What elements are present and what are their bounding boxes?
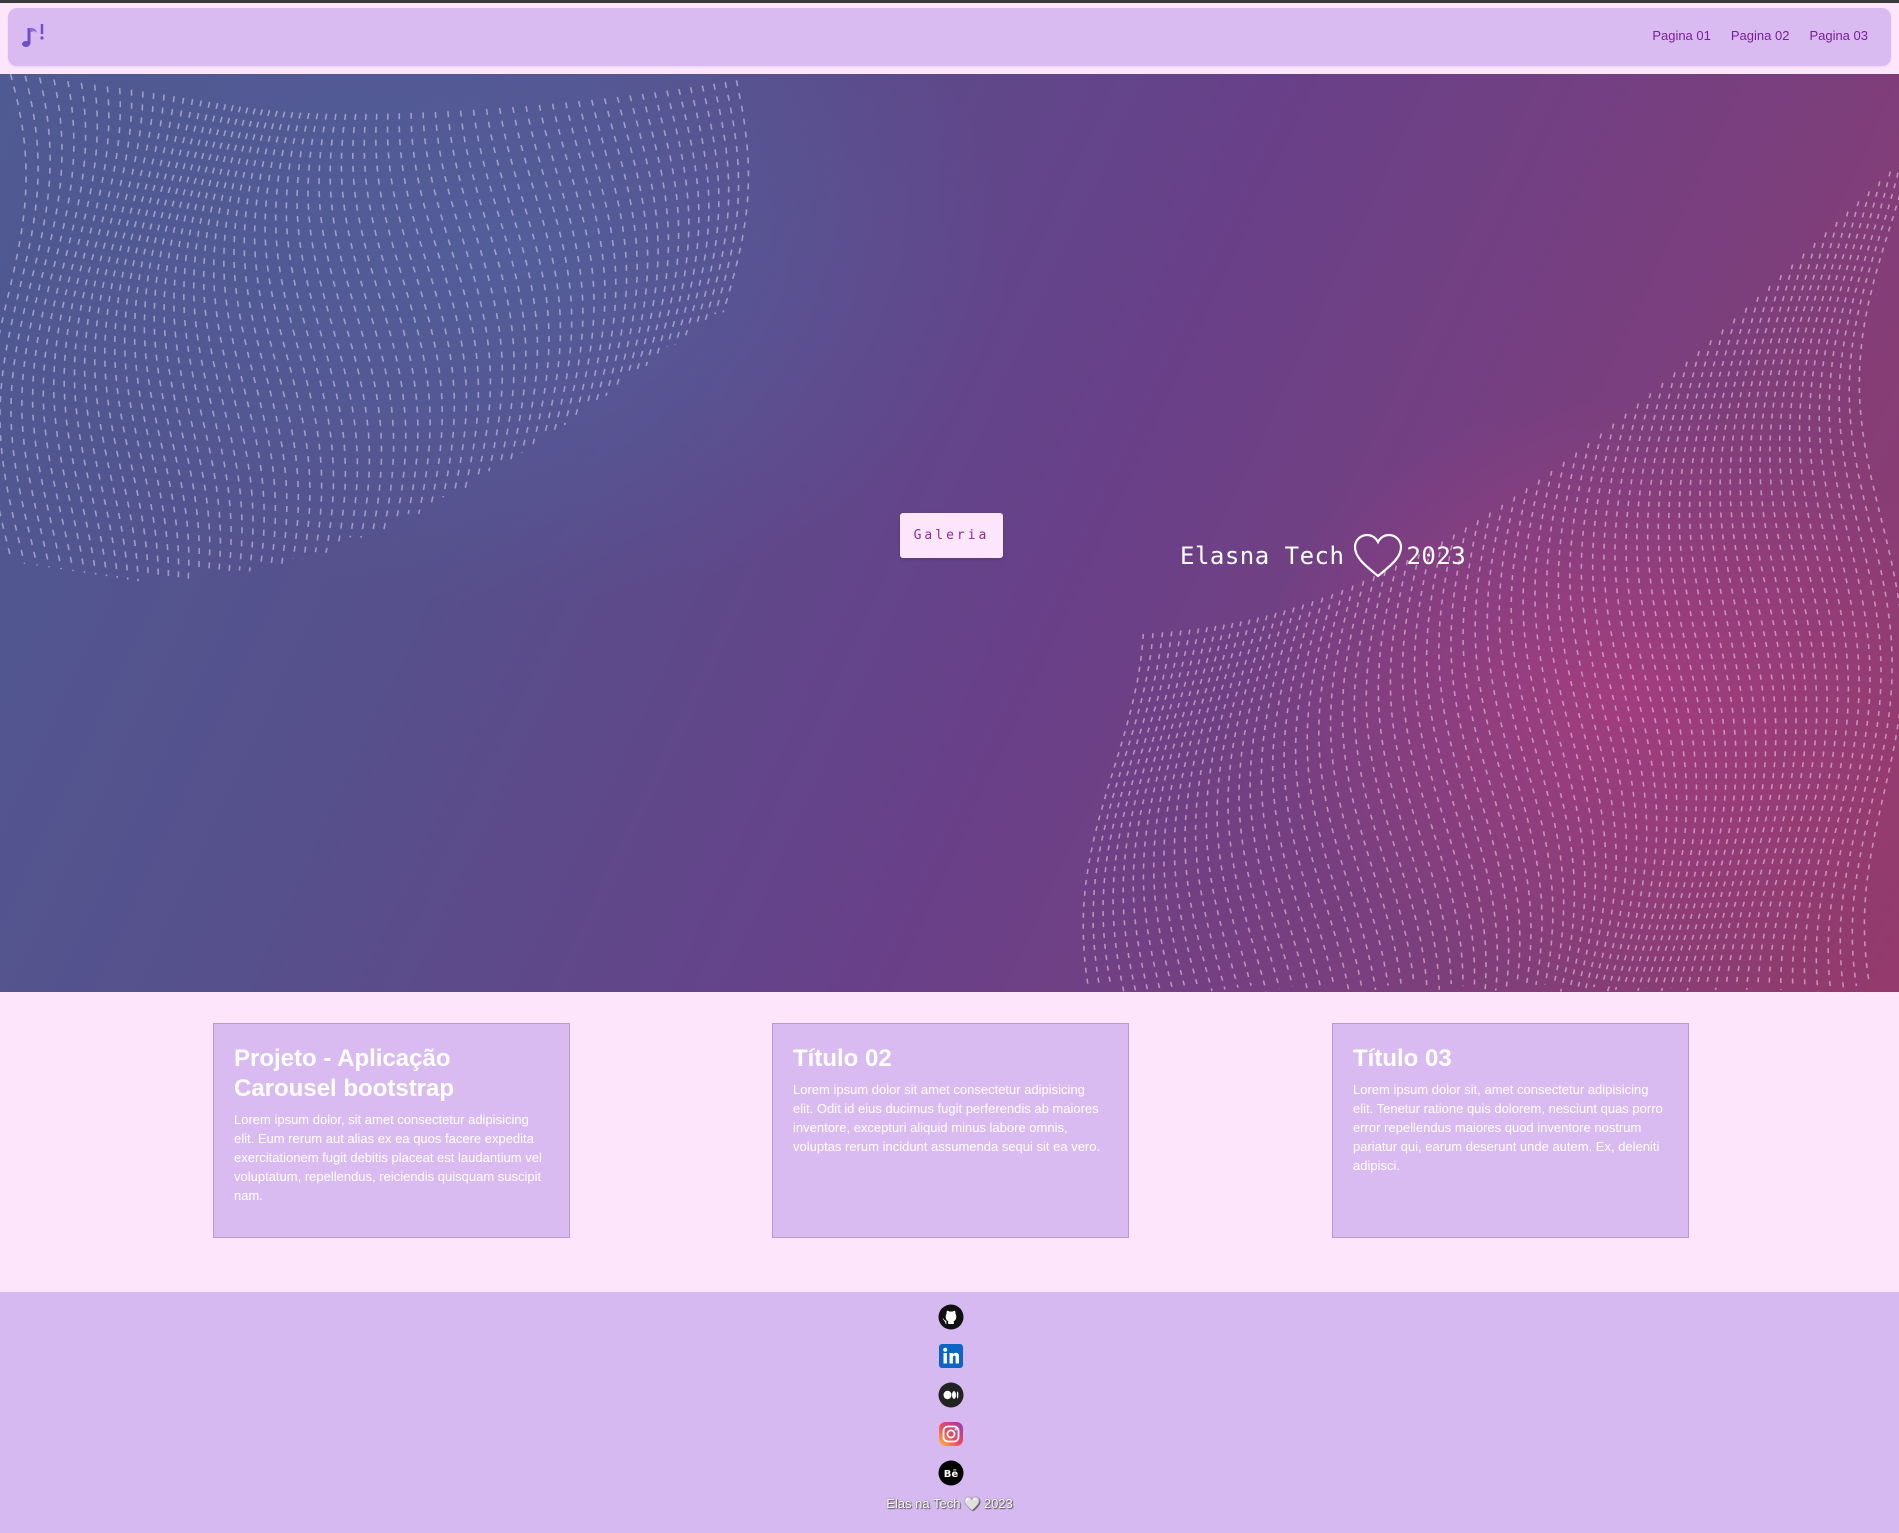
footer-copyright: Elas na Tech 🤍 2023 [886,1496,1013,1511]
instagram-icon[interactable] [937,1420,965,1448]
svg-text:Bē: Bē [944,1469,959,1480]
nav-link-pagina-01[interactable]: Pagina 01 [1652,28,1711,43]
nav-links: Pagina 01 Pagina 02 Pagina 03 [1652,28,1868,43]
card-title: Título 03 [1353,1045,1452,1072]
hero-caption-left: Elasna Tech [1180,542,1345,570]
footer: Bē Elas na Tech 🤍 2023 [0,1292,1899,1533]
card-title: Título 02 [793,1045,892,1072]
window-top-border [0,0,1899,3]
card-projeto: Projeto - Aplicação Carousel bootstrap L… [213,1023,570,1238]
hero-caption-right: 2023 [1406,542,1467,570]
navbar: Pagina 01 Pagina 02 Pagina 03 [8,8,1891,66]
card-text: Lorem ipsum dolor, sit amet consectetur … [234,1112,542,1203]
medium-icon[interactable] [937,1381,965,1409]
nav-link-pagina-02[interactable]: Pagina 02 [1731,28,1790,43]
behance-icon[interactable]: Bē [937,1459,965,1487]
nav-link-pagina-03[interactable]: Pagina 03 [1809,28,1868,43]
card-text: Lorem ipsum dolor sit, amet consectetur … [1353,1082,1663,1173]
github-icon[interactable] [937,1303,965,1331]
hero-carousel: Galeria Elasna Tech 2023 [0,74,1899,992]
galeria-button[interactable]: Galeria [900,513,1003,558]
cards-section: Projeto - Aplicação Carousel bootstrap L… [0,992,1899,1292]
music-note-logo-icon[interactable] [20,22,50,52]
card-title: Projeto - Aplicação Carousel bootstrap [234,1045,455,1102]
card-titulo-02: Título 02 Lorem ipsum dolor sit amet con… [772,1023,1129,1238]
card-text: Lorem ipsum dolor sit amet consectetur a… [793,1082,1101,1154]
heart-outline-icon [1354,533,1403,578]
linkedin-icon[interactable] [937,1342,965,1370]
hero-caption: Elasna Tech 2023 [1180,532,1466,580]
card-titulo-03: Título 03 Lorem ipsum dolor sit, amet co… [1332,1023,1689,1238]
